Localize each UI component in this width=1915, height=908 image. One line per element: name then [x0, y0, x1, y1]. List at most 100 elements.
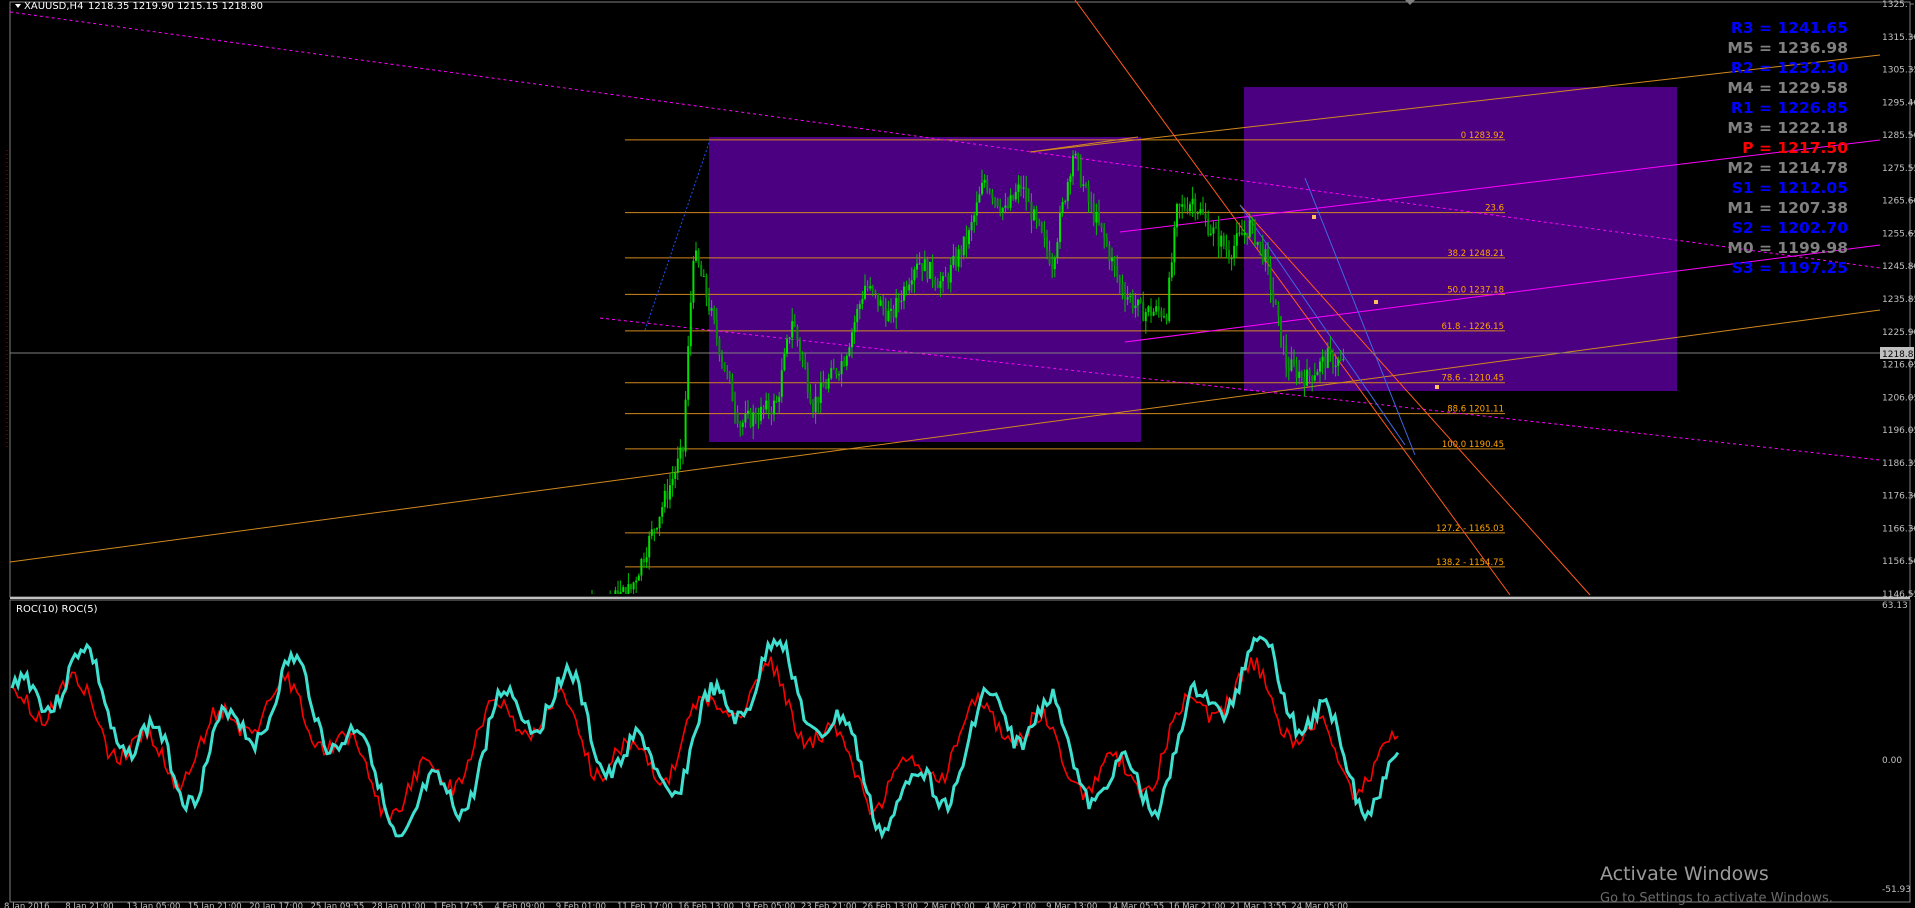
- candle-body: [832, 368, 835, 370]
- candle-body: [1030, 201, 1033, 221]
- candle-body: [1225, 246, 1228, 251]
- candle-body: [687, 346, 690, 400]
- price-tick-label: 1235.85: [1882, 295, 1915, 305]
- candle-body: [879, 300, 882, 306]
- time-tick-label: 14 Mar 05:55: [1107, 902, 1164, 908]
- candle-body: [903, 286, 905, 301]
- candle-body: [1285, 345, 1288, 368]
- candle-body: [1306, 369, 1308, 386]
- candle-body: [1077, 153, 1080, 160]
- candle-body: [752, 412, 755, 427]
- candle-body: [710, 307, 713, 311]
- fib-label: 100.0 1190.45: [1442, 440, 1504, 450]
- candle-body: [1061, 202, 1064, 214]
- candle-body: [1251, 220, 1254, 222]
- candle-body: [1199, 209, 1202, 213]
- fib-label: 50.0 1237.18: [1447, 285, 1504, 295]
- time-tick-label: 8 Jan 21:00: [65, 902, 113, 908]
- candle-body: [1053, 258, 1056, 270]
- price-tick-label: 1206.05: [1882, 393, 1915, 403]
- candle-body: [663, 490, 666, 508]
- candle-body: [1282, 345, 1285, 347]
- candle-body: [715, 319, 718, 339]
- time-tick-label: 8 Jan 2016: [4, 902, 50, 908]
- candle-body: [793, 321, 796, 327]
- candle-body: [778, 396, 781, 402]
- fib-label: 61.8 - 1226.15: [1441, 322, 1504, 332]
- candle-body: [1248, 220, 1251, 238]
- time-tick-label: 9 Feb 01:00: [556, 902, 606, 908]
- indicator-title: ROC(10) ROC(5): [16, 604, 98, 615]
- candle-body: [1272, 289, 1275, 300]
- candle-body: [1196, 212, 1199, 214]
- time-tick-label: 16 Feb 13:00: [678, 902, 734, 908]
- candle-body: [1259, 241, 1262, 244]
- candle-body: [1004, 205, 1007, 208]
- candle-body: [861, 298, 864, 304]
- candle-body: [1087, 185, 1090, 203]
- candle-body: [869, 286, 872, 289]
- candle-body: [1215, 227, 1217, 229]
- candle-body: [1329, 348, 1332, 352]
- candle-body: [1194, 198, 1197, 214]
- pivot-label: R1 = 1226.85: [1731, 99, 1848, 117]
- candle-body: [1082, 184, 1085, 187]
- candle-body: [975, 202, 978, 216]
- candle-body: [1124, 292, 1126, 300]
- candle-body: [840, 360, 843, 375]
- candle-body: [890, 308, 892, 311]
- candle-body: [1113, 257, 1116, 266]
- candle-body: [1176, 204, 1178, 228]
- candle-body: [1046, 236, 1048, 251]
- candle-body: [760, 406, 762, 421]
- price-tick-label: 1305.35: [1882, 66, 1915, 76]
- price-tick-label: 1146.55: [1882, 590, 1915, 600]
- candle-body: [973, 215, 976, 223]
- pivot-label: M0 = 1199.98: [1727, 239, 1848, 257]
- candle-body: [1277, 304, 1280, 317]
- candle-body: [1092, 203, 1095, 223]
- price-tick-label: 1315.30: [1882, 33, 1915, 43]
- candle-body: [1293, 359, 1295, 365]
- candle-body: [679, 447, 682, 459]
- candle-body: [700, 264, 703, 277]
- activate-windows-subtitle: Go to Settings to activate Windows.: [1600, 891, 1833, 906]
- candle-body: [747, 410, 749, 414]
- candle-body: [622, 587, 625, 592]
- candle-body: [1056, 242, 1059, 259]
- candle-body: [939, 281, 942, 288]
- candle-body: [723, 362, 726, 372]
- candle-body: [1326, 348, 1329, 369]
- chart-header-symbol: XAUUSD,H4: [24, 1, 83, 12]
- candle-body: [892, 308, 895, 318]
- fib-label: 127.2 - 1165.03: [1436, 524, 1504, 534]
- candle-body: [1334, 365, 1337, 368]
- candle-body: [1313, 375, 1316, 381]
- time-tick-label: 25 Jan 09:55: [311, 902, 365, 908]
- candle-body: [1183, 204, 1186, 209]
- candle-body: [960, 249, 963, 256]
- candle-body: [635, 580, 638, 583]
- candle-body: [1051, 263, 1054, 270]
- pivot-label: M1 = 1207.38: [1727, 199, 1848, 217]
- candle-body: [1254, 221, 1256, 246]
- candle-body: [1142, 302, 1145, 322]
- candle-body: [827, 378, 830, 389]
- candle-body: [1300, 371, 1303, 377]
- candle-body: [697, 250, 700, 265]
- candle-body: [1137, 299, 1139, 306]
- candle-body: [845, 355, 848, 366]
- trading-chart[interactable]: 0 1283.92 23.6 38.2 1248.21 50.0 1237.18 61.…: [0, 0, 1915, 908]
- candle-body: [996, 198, 999, 207]
- candle-body: [1207, 218, 1210, 235]
- candle-body: [728, 372, 731, 379]
- candle-body: [1235, 233, 1238, 246]
- time-tick-label: 28 Jan 01:00: [372, 902, 426, 908]
- candle-body: [1121, 283, 1124, 293]
- candle-body: [754, 412, 757, 420]
- price-tick-label: 1216.05: [1882, 361, 1915, 371]
- candle-body: [1147, 306, 1150, 313]
- candle-body: [843, 360, 846, 366]
- candle-body: [905, 286, 908, 291]
- candle-body: [689, 302, 692, 347]
